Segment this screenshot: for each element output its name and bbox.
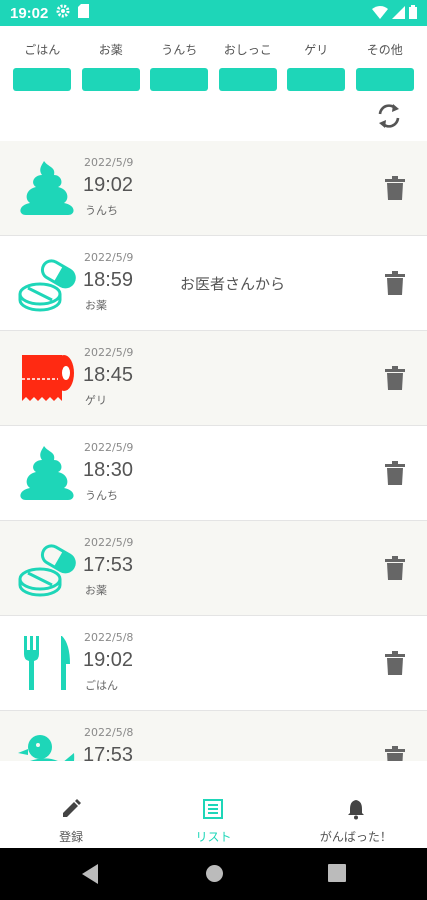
record-time: 17:53	[83, 744, 134, 761]
duck-icon	[18, 729, 76, 761]
list-item[interactable]: 2022/5/9 18:59 お薬 お医者さんから	[0, 236, 427, 331]
category-label: うんち	[161, 43, 198, 57]
nav-register[interactable]: 登録	[0, 786, 142, 848]
list-item[interactable]: 2022/5/8 19:02 ごはん	[0, 616, 427, 711]
nav-list[interactable]: リスト	[142, 786, 284, 848]
list-item[interactable]: 2022/5/8 17:53	[0, 711, 427, 761]
back-icon[interactable]	[82, 864, 100, 888]
record-time: 18:59	[83, 269, 134, 291]
record-kind: ごはん	[85, 679, 118, 692]
add-poop-button[interactable]	[150, 68, 209, 91]
gear-icon	[56, 4, 70, 22]
poop-icon	[18, 444, 76, 502]
category-other: その他	[355, 40, 414, 91]
cell-signal-icon	[392, 5, 405, 23]
record-kind: お薬	[85, 299, 107, 312]
record-note: お医者さんから	[180, 275, 286, 293]
wifi-icon	[372, 5, 388, 23]
battery-icon	[409, 5, 417, 23]
record-date: 2022/5/9	[84, 156, 134, 169]
trash-icon[interactable]	[384, 556, 406, 580]
list-item[interactable]: 2022/5/9 18:30 うんち	[0, 426, 427, 521]
category-buttons: ごはん お薬 うんち おしっこ ゲリ その他	[0, 40, 427, 91]
bottom-navigation: 登録 リスト がんばった！	[0, 786, 427, 848]
trash-icon[interactable]	[384, 461, 406, 485]
nav-cheer[interactable]: がんばった！	[285, 786, 427, 848]
add-gohan-button[interactable]	[13, 68, 72, 91]
status-time: 19:02	[10, 4, 49, 22]
record-date: 2022/5/8	[84, 631, 134, 644]
home-icon[interactable]	[205, 864, 224, 887]
record-kind: うんち	[85, 204, 118, 217]
record-time: 19:02	[83, 649, 134, 671]
record-time: 17:53	[83, 554, 134, 576]
record-kind: ゲリ	[85, 394, 107, 407]
list-item[interactable]: 2022/5/9 17:53 お薬	[0, 521, 427, 616]
toilet-paper-icon	[18, 349, 76, 407]
list-icon	[202, 798, 224, 824]
category-medicine: お薬	[81, 40, 140, 91]
refresh-icon[interactable]	[374, 101, 404, 131]
category-diarrhea: ゲリ	[287, 40, 346, 91]
nav-register-label: 登録	[59, 830, 84, 844]
add-other-button[interactable]	[355, 68, 414, 91]
category-poop: うんち	[150, 40, 209, 91]
record-date: 2022/5/8	[84, 726, 134, 739]
pill-icon	[18, 539, 76, 597]
record-list: 2022/5/9 19:02 うんち 2022/5/9 18:59 お薬 お医者…	[0, 141, 427, 761]
status-bar: 19:02	[0, 0, 427, 26]
category-pee: おしっこ	[218, 40, 277, 91]
pencil-icon	[60, 798, 82, 824]
pill-icon	[18, 254, 76, 312]
category-label: ゲリ	[304, 43, 329, 57]
trash-icon[interactable]	[384, 176, 406, 200]
system-navigation-bar	[0, 848, 427, 900]
category-label: その他	[366, 43, 403, 57]
sim-card-icon	[78, 4, 90, 22]
fork-knife-icon	[18, 634, 76, 692]
add-diarrhea-button[interactable]	[287, 68, 346, 91]
bell-icon	[345, 798, 367, 824]
trash-icon[interactable]	[384, 271, 406, 295]
trash-icon[interactable]	[384, 366, 406, 390]
recents-icon[interactable]	[328, 864, 346, 886]
add-medicine-button[interactable]	[81, 68, 140, 91]
category-gohan: ごはん	[13, 40, 72, 91]
list-item[interactable]: 2022/5/9 18:45 ゲリ	[0, 331, 427, 426]
trash-icon[interactable]	[384, 746, 406, 761]
record-kind: お薬	[85, 584, 107, 597]
record-date: 2022/5/9	[84, 536, 134, 549]
record-time: 19:02	[83, 174, 134, 196]
category-label: お薬	[98, 43, 123, 57]
record-time: 18:30	[83, 459, 134, 481]
nav-list-label: リスト	[195, 830, 232, 844]
record-date: 2022/5/9	[84, 346, 134, 359]
category-label: ごはん	[24, 43, 61, 57]
nav-cheer-label: がんばった！	[319, 830, 392, 844]
poop-icon	[18, 159, 76, 217]
record-time: 18:45	[83, 364, 134, 386]
record-date: 2022/5/9	[84, 251, 134, 264]
record-date: 2022/5/9	[84, 441, 134, 454]
add-pee-button[interactable]	[218, 68, 277, 91]
record-kind: うんち	[85, 489, 118, 502]
category-label: おしっこ	[223, 43, 272, 57]
list-item[interactable]: 2022/5/9 19:02 うんち	[0, 141, 427, 236]
trash-icon[interactable]	[384, 651, 406, 675]
